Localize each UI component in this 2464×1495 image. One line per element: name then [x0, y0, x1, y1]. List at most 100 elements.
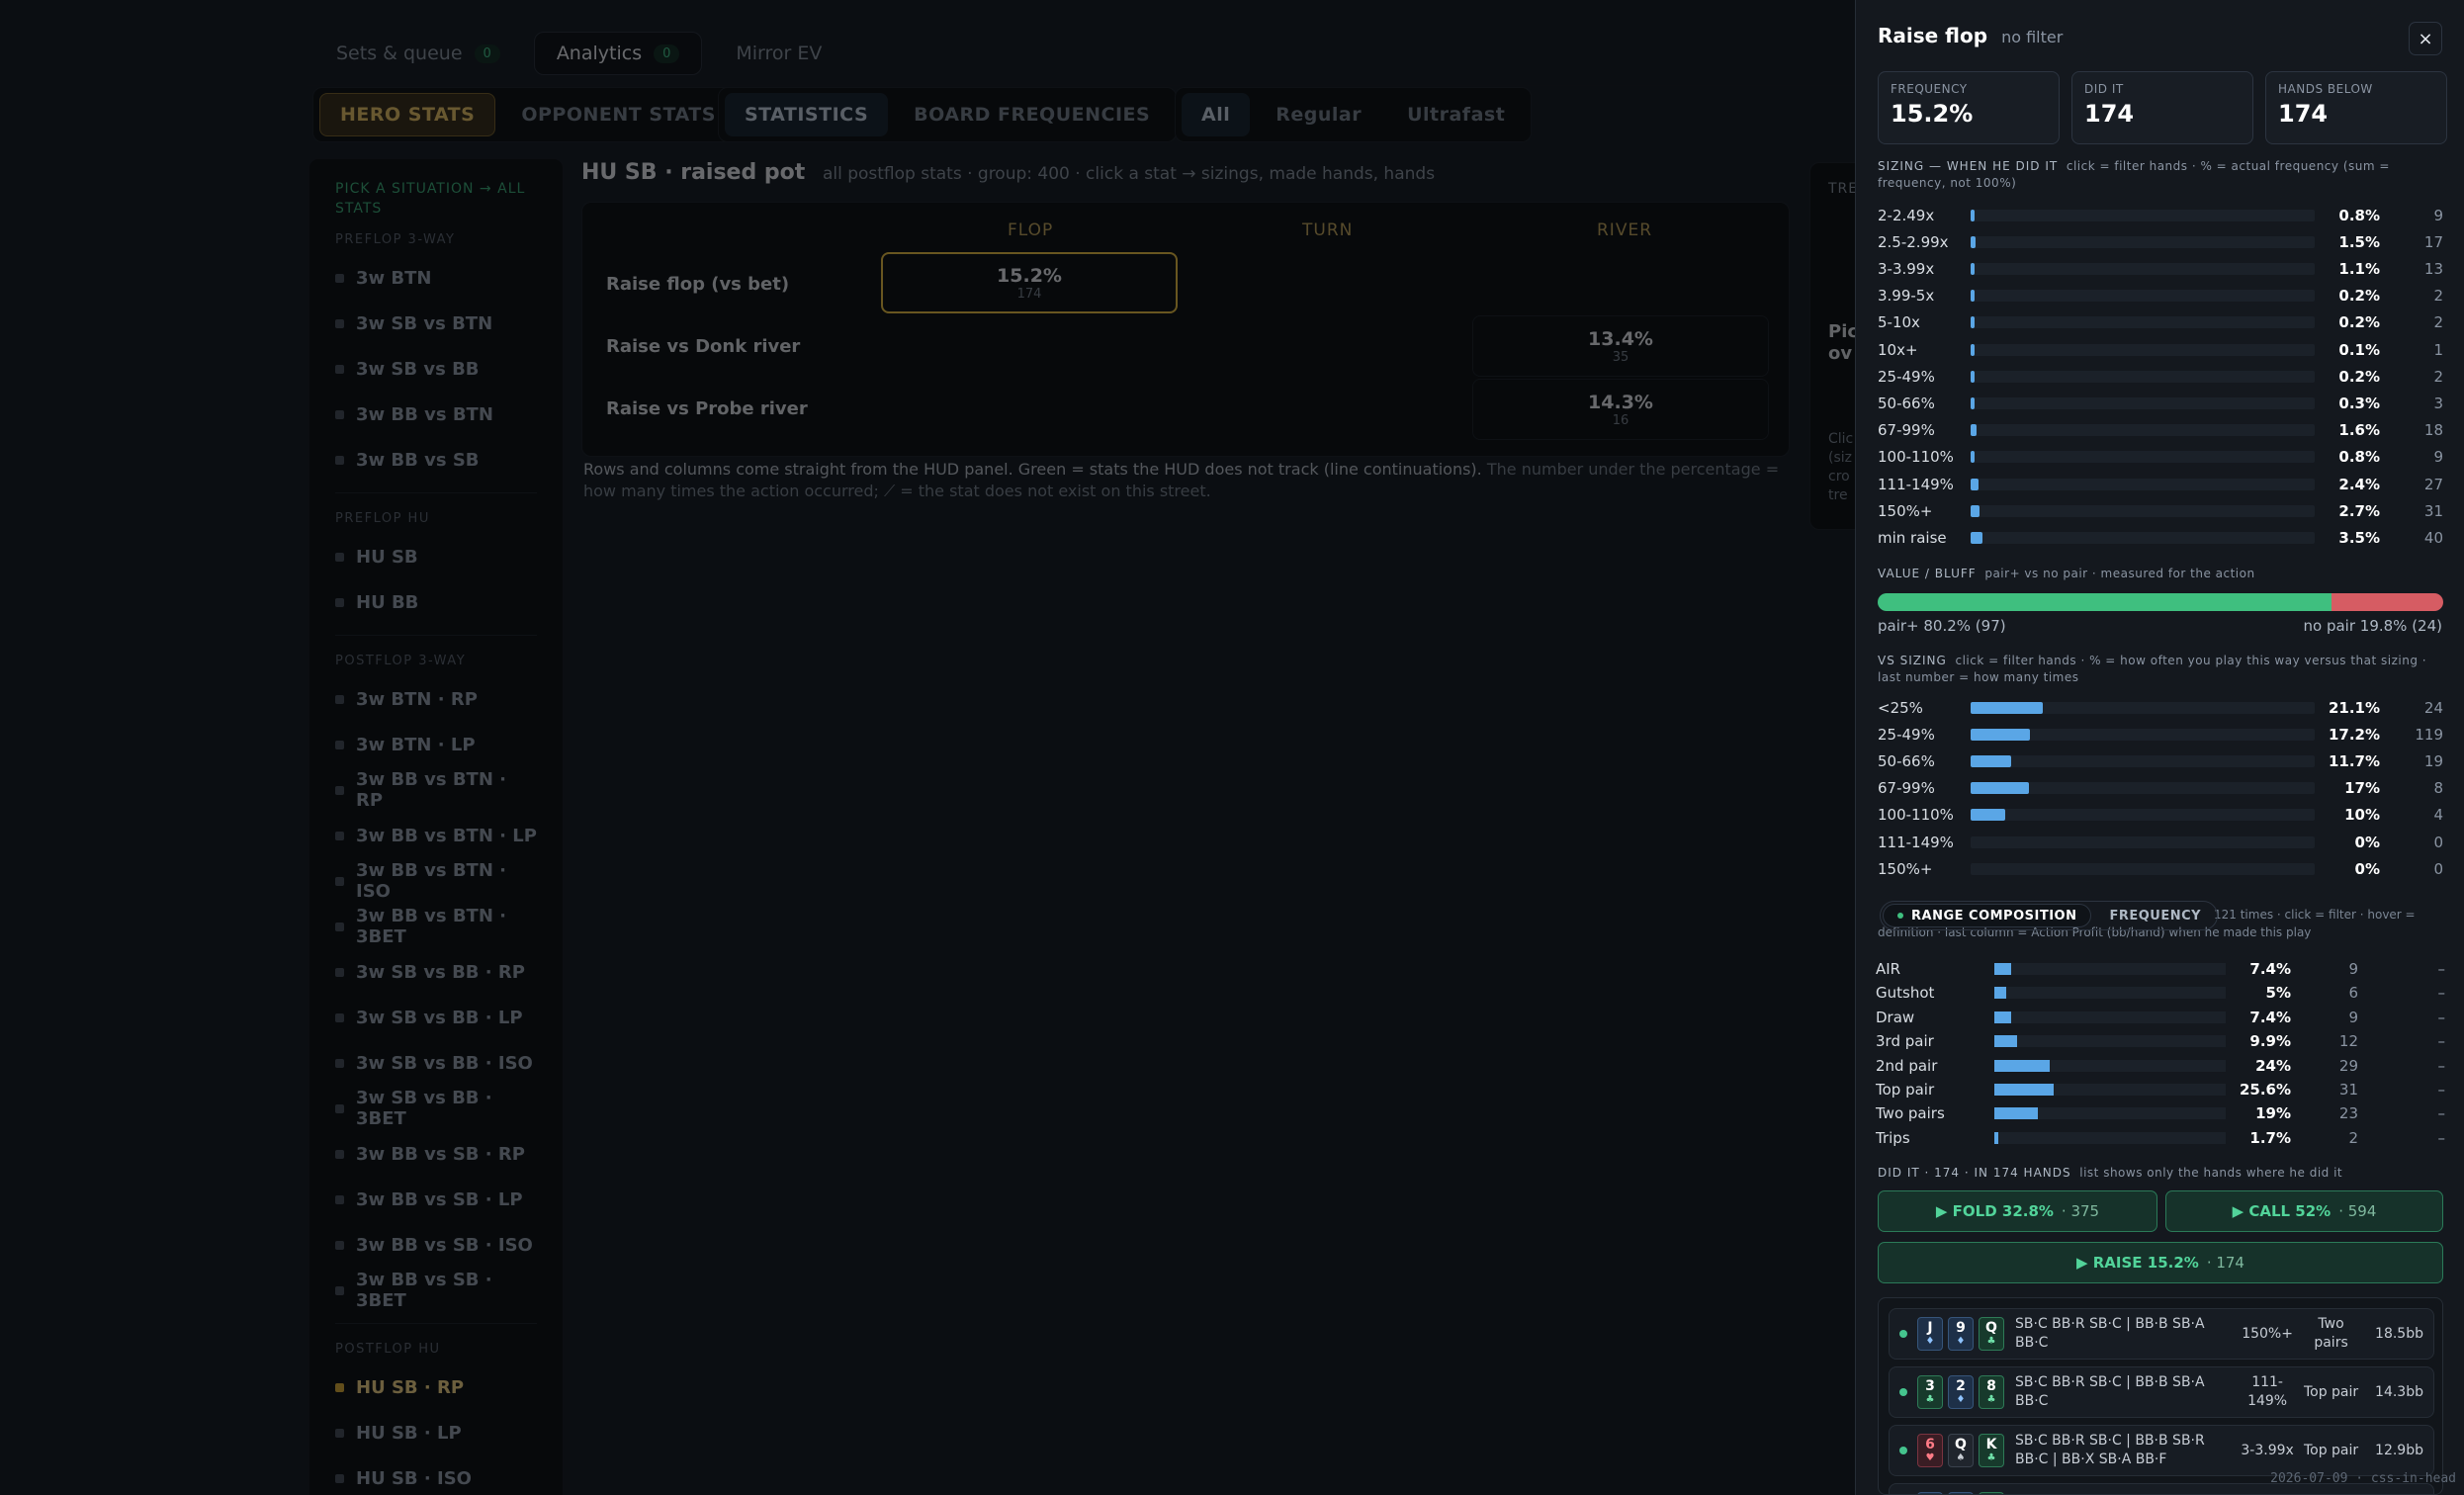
sidebar-item[interactable]: 3w BTN · RP [335, 676, 537, 722]
sizing-row[interactable]: 3-3.99x 1.1% 13 [1878, 255, 2443, 282]
sidebar-item[interactable]: 3w BB vs SB · RP [335, 1131, 537, 1177]
range-row[interactable]: Trips 1.7% 2 – [1876, 1126, 2445, 1150]
sizing-row[interactable]: 150%+ 2.7% 31 [1878, 497, 2443, 524]
row-count: 9 [2348, 960, 2358, 978]
stat-cell-raise-probe-river[interactable]: 14.3% 16 [1472, 379, 1769, 440]
bluff-label: no pair 19.8% (24) [2303, 617, 2442, 635]
sidebar-item[interactable]: HU SB · LP [335, 1410, 537, 1455]
sizing-row[interactable]: 50-66% 0.3% 3 [1878, 390, 2443, 416]
sizing-row[interactable]: min raise 3.5% 40 [1878, 524, 2443, 551]
tab-frequency[interactable]: FREQUENCY [2095, 904, 2215, 927]
sidebar-item[interactable]: 3w BB vs BTN [335, 392, 537, 437]
sidebar-item[interactable]: 3w BB vs BTN · LP [335, 813, 537, 858]
sizing-row[interactable]: 25-49% 17.2% 119 [1878, 721, 2443, 748]
opponent-stats-button[interactable]: OPPONENT STATS [501, 93, 736, 136]
sidebar-item[interactable]: 3w SB vs BB · RP [335, 949, 537, 995]
sizing-row[interactable]: 10x+ 0.1% 1 [1878, 336, 2443, 363]
sidebar-item[interactable]: 3w SB vs BB · 3BET [335, 1086, 537, 1131]
sidebar-item[interactable]: 3w BB vs BTN · ISO [335, 858, 537, 904]
bullet-icon [335, 1194, 344, 1204]
tab-analytics[interactable]: Analytics 0 [533, 32, 703, 75]
fold-filter-button[interactable]: ▶ FOLD 32.8% · 375 [1878, 1190, 2157, 1232]
row-percent: 21.1% [2328, 698, 2380, 717]
sizing-row[interactable]: 150%+ 0% 0 [1878, 855, 2443, 882]
board-frequencies-button[interactable]: BOARD FREQUENCIES [894, 93, 1170, 136]
sidebar-item[interactable]: HU BB [335, 579, 537, 625]
sidebar-item[interactable]: HU SB [335, 534, 537, 579]
action-label: ▶ CALL 52% [2232, 1202, 2332, 1220]
sizing-row[interactable]: 25-49% 0.2% 2 [1878, 363, 2443, 390]
stat-value: 174 [2278, 100, 2329, 128]
sizing-section-title: SIZING — WHEN HE DID IT click = filter h… [1878, 158, 2443, 192]
stat-cell-raise-flop[interactable]: 15.2% 174 [881, 252, 1178, 313]
sidebar-item[interactable]: 3w BTN · LP [335, 722, 537, 767]
sidebar-item[interactable]: 3w SB vs BB [335, 346, 537, 392]
close-button[interactable]: × [2409, 22, 2442, 55]
sidebar-item[interactable]: 3w BB vs SB · 3BET [335, 1268, 537, 1313]
hand-row[interactable]: 3 ♣ 2 ♦ 8 ♣ SB·C BB·R SB·C | BB·B SB·A BB·C 111… [1889, 1366, 2434, 1418]
sizing-row[interactable]: 50-66% 11.7% 19 [1878, 748, 2443, 774]
range-row[interactable]: AIR 7.4% 9 – [1876, 957, 2445, 981]
grid-note: Rows and columns come straight from the … [583, 459, 1780, 502]
range-row[interactable]: 3rd pair 9.9% 12 – [1876, 1029, 2445, 1053]
stat-cell-raise-donk-river[interactable]: 13.4% 35 [1472, 315, 1769, 377]
stat-label: HANDS BELOW [2278, 82, 2373, 96]
stats-scope-toggle: HERO STATS OPPONENT STATS [312, 87, 743, 142]
range-row[interactable]: Top pair 25.6% 31 – [1876, 1078, 2445, 1101]
speed-ultrafast-button[interactable]: Ultrafast [1387, 93, 1525, 136]
sizing-row[interactable]: <25% 21.1% 24 [1878, 694, 2443, 721]
row-percent: 0% [2354, 833, 2380, 851]
range-row[interactable]: Two pairs 19% 23 – [1876, 1101, 2445, 1125]
row-label: 25-49% [1878, 725, 1935, 744]
sidebar-item[interactable]: 3w BTN [335, 255, 537, 301]
sidebar-item[interactable]: 3w BB vs SB [335, 437, 537, 483]
sidebar-item[interactable]: 3w SB vs BB · LP [335, 995, 537, 1040]
sizing-row[interactable]: 67-99% 17% 8 [1878, 775, 2443, 802]
sizing-row[interactable]: 67-99% 1.6% 18 [1878, 417, 2443, 444]
range-row[interactable]: 2nd pair 24% 29 – [1876, 1054, 2445, 1078]
sizing-row[interactable]: 3.99-5x 0.2% 2 [1878, 283, 2443, 309]
range-row[interactable]: Draw 7.4% 9 – [1876, 1006, 2445, 1029]
filter-status: no filter [2001, 28, 2064, 46]
call-filter-button[interactable]: ▶ CALL 52% · 594 [2165, 1190, 2443, 1232]
sidebar-item-label: 3w SB vs BB [356, 358, 480, 380]
bar-fill [1971, 531, 1983, 544]
range-row[interactable]: Gutshot 5% 6 – [1876, 981, 2445, 1005]
bullet-icon [335, 1103, 344, 1113]
sidebar-item[interactable]: 3w BB vs SB · ISO [335, 1222, 537, 1268]
sizing-row[interactable]: 5-10x 0.2% 2 [1878, 309, 2443, 336]
tab-range-composition[interactable]: RANGE COMPOSITION [1883, 904, 2092, 927]
card-suit-icon: ♦ [1956, 1394, 1966, 1405]
sidebar-item[interactable]: 3w BB vs BTN · RP [335, 767, 537, 813]
tab-sets-queue[interactable]: Sets & queue 0 [314, 32, 522, 75]
sizing-row[interactable]: 2-2.49x 0.8% 9 [1878, 202, 2443, 228]
sidebar-item[interactable]: 3w BB vs SB · LP [335, 1177, 537, 1222]
sidebar-item[interactable]: 3w SB vs BB · ISO [335, 1040, 537, 1086]
sizing-row[interactable]: 2.5-2.99x 1.5% 17 [1878, 228, 2443, 255]
sizing-row[interactable]: 111-149% 0% 0 [1878, 829, 2443, 855]
sizing-row[interactable]: 100-110% 0.8% 9 [1878, 444, 2443, 471]
card-suit-icon: ♣ [1986, 1336, 1996, 1347]
sidebar-item[interactable]: 3w SB vs BTN [335, 301, 537, 346]
hand-row[interactable]: 6 ♥ Q ♠ K ♣ SB·C BB·R SB·C | BB·B SB·R BB·C | … [1889, 1425, 2434, 1476]
statistics-button[interactable]: STATISTICS [725, 93, 889, 136]
raise-filter-button[interactable]: ▶ RAISE 15.2% · 174 [1878, 1242, 2443, 1283]
title-text: HU SB · raised pot [581, 160, 806, 185]
row-count: 13 [2423, 259, 2443, 278]
speed-all-button[interactable]: All [1182, 93, 1251, 136]
hero-stats-button[interactable]: HERO STATS [319, 93, 496, 136]
hand-row[interactable]: J ♦ 9 ♦ Q ♣ SB·C BB·R SB·C | BB·B SB·A BB·C 150… [1889, 1308, 2434, 1360]
tab-mirror-ev[interactable]: Mirror EV [714, 32, 843, 75]
playing-card: Q ♣ [1979, 1317, 2004, 1351]
sidebar-item[interactable]: HU SB · RP [335, 1364, 537, 1410]
bar-fill [1994, 963, 2012, 975]
speed-regular-button[interactable]: Regular [1256, 93, 1381, 136]
sizing-row[interactable]: 111-149% 2.4% 27 [1878, 471, 2443, 497]
row-label: 100-110% [1878, 806, 1954, 825]
sidebar-item[interactable]: 3w BB vs BTN · 3BET [335, 904, 537, 949]
sidebar-item[interactable]: HU SB · ISO [335, 1455, 537, 1495]
sizing-row[interactable]: 100-110% 10% 4 [1878, 802, 2443, 829]
row-label: Raise flop (vs bet) [606, 274, 790, 295]
section-note: pair+ vs no pair · measured for the acti… [1984, 567, 2255, 580]
action-profit: – [2437, 1104, 2446, 1123]
